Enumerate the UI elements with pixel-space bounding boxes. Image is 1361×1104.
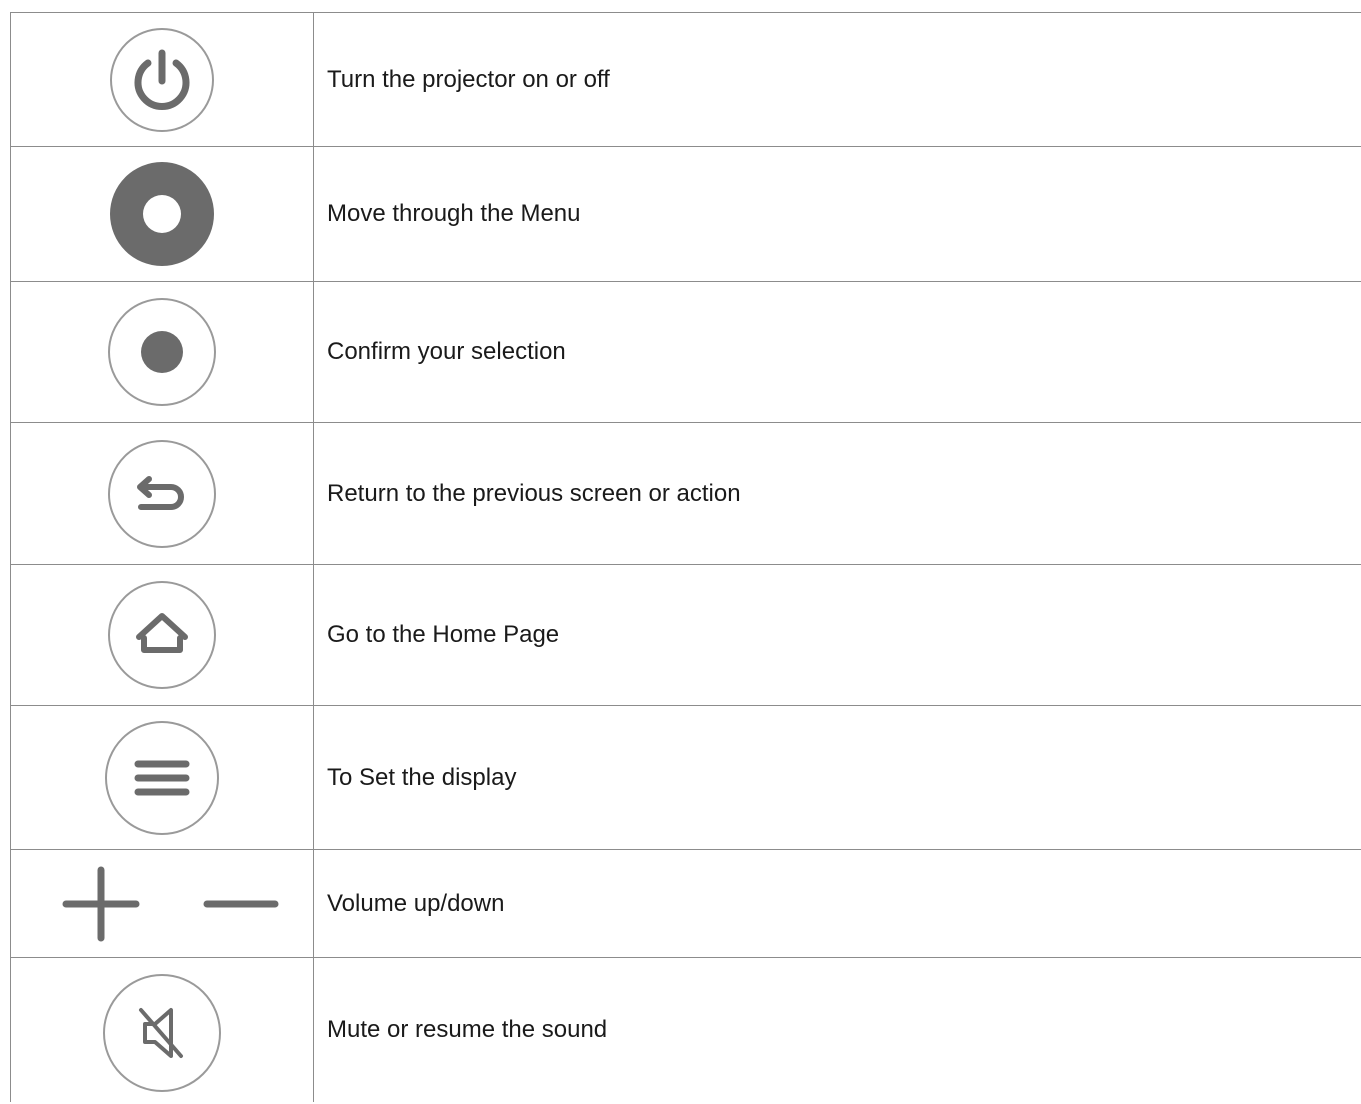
- button-function-table: Turn the projector on or off Move throug…: [10, 12, 1361, 1102]
- icon-cell: [10, 957, 314, 1102]
- ok-button-icon: [108, 298, 216, 406]
- menu-lines-icon: [105, 720, 219, 835]
- home-icon: [108, 581, 216, 689]
- icon-cell: [10, 849, 314, 958]
- row-description: Confirm your selection: [313, 281, 1361, 423]
- plus-icon: [62, 866, 140, 941]
- table-row: Mute or resume the sound: [10, 957, 1361, 1102]
- table-row: Go to the Home Page: [10, 564, 1361, 706]
- table-row: Return to the previous screen or action: [10, 422, 1361, 565]
- table-row: To Set the display: [10, 705, 1361, 850]
- icon-cell: [10, 12, 314, 147]
- table-row: Turn the projector on or off: [10, 12, 1361, 147]
- table-row: Confirm your selection: [10, 281, 1361, 423]
- table-row: Move through the Menu: [10, 146, 1361, 282]
- icon-cell: [10, 281, 314, 423]
- row-description: Turn the projector on or off: [313, 12, 1361, 147]
- volume-plus-minus-icon: [62, 866, 279, 941]
- row-description: Volume up/down: [313, 849, 1361, 958]
- icon-cell: [10, 146, 314, 282]
- table-row: Volume up/down: [10, 849, 1361, 958]
- row-description: Mute or resume the sound: [313, 957, 1361, 1102]
- row-description: Return to the previous screen or action: [313, 422, 1361, 565]
- icon-cell: [10, 564, 314, 706]
- mute-speaker-icon: [103, 974, 221, 1092]
- navigation-ring-icon: [110, 162, 214, 266]
- power-icon: [110, 27, 214, 132]
- back-arrow-icon: [108, 439, 216, 548]
- row-description: Go to the Home Page: [313, 564, 1361, 706]
- icon-cell: [10, 705, 314, 850]
- row-description: Move through the Menu: [313, 146, 1361, 282]
- icon-cell: [10, 422, 314, 565]
- row-description: To Set the display: [313, 705, 1361, 850]
